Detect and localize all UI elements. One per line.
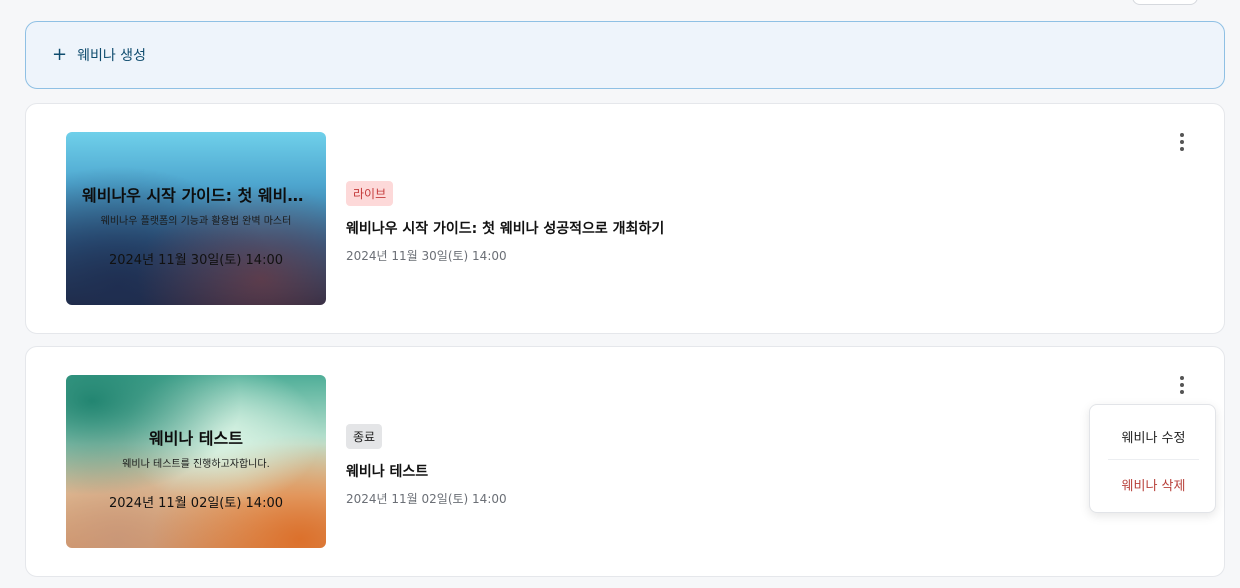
- webinar-options-menu: 웨비나 수정 웨비나 삭제: [1089, 404, 1216, 513]
- more-options-icon[interactable]: [1174, 375, 1190, 395]
- status-badge: 종료: [346, 424, 383, 449]
- webinar-title[interactable]: 웨비나 테스트: [346, 461, 507, 481]
- plus-icon: +: [52, 44, 68, 65]
- menu-divider: [1108, 459, 1199, 460]
- webinar-thumbnail: 웨비나 테스트 웨비나 테스트를 진행하고자합니다. 2024년 11월 02일…: [66, 375, 326, 548]
- top-button-partial[interactable]: [1132, 0, 1198, 5]
- delete-webinar-menu-item[interactable]: 웨비나 삭제: [1108, 461, 1199, 507]
- thumbnail-subtitle: 웨비나 테스트를 진행하고자합니다.: [122, 459, 270, 470]
- status-badge: 라이브: [346, 181, 394, 206]
- thumbnail-date: 2024년 11월 02일(토) 14:00: [108, 496, 283, 511]
- thumbnail-subtitle: 웨비나우 플랫폼의 기능과 활용법 완벽 마스터: [100, 216, 292, 227]
- webinar-info: 종료 웨비나 테스트 2024년 11월 02일(토) 14:00: [346, 424, 507, 507]
- create-webinar-label: 웨비나 생성: [77, 48, 146, 64]
- thumbnail-title: 웨비나우 시작 가이드: 첫 웨비나 성공적으로 개최하기: [82, 186, 310, 205]
- webinar-card[interactable]: 웨비나우 시작 가이드: 첫 웨비나 성공적으로 개최하기 웨비나우 플랫폼의 …: [25, 103, 1225, 334]
- edit-webinar-menu-item[interactable]: 웨비나 수정: [1108, 413, 1199, 459]
- webinar-title[interactable]: 웨비나우 시작 가이드: 첫 웨비나 성공적으로 개최하기: [346, 218, 664, 238]
- create-webinar-button[interactable]: + 웨비나 생성: [25, 21, 1225, 89]
- thumbnail-date: 2024년 11월 30일(토) 14:00: [108, 253, 283, 268]
- webinar-card[interactable]: 웨비나 테스트 웨비나 테스트를 진행하고자합니다. 2024년 11월 02일…: [25, 346, 1225, 577]
- webinar-thumbnail: 웨비나우 시작 가이드: 첫 웨비나 성공적으로 개최하기 웨비나우 플랫폼의 …: [66, 132, 326, 305]
- thumbnail-title: 웨비나 테스트: [149, 429, 243, 448]
- webinar-date: 2024년 11월 02일(토) 14:00: [346, 492, 507, 506]
- webinar-info: 라이브 웨비나우 시작 가이드: 첫 웨비나 성공적으로 개최하기 2024년 …: [346, 181, 664, 264]
- more-options-icon[interactable]: [1174, 132, 1190, 152]
- webinar-date: 2024년 11월 30일(토) 14:00: [346, 249, 507, 263]
